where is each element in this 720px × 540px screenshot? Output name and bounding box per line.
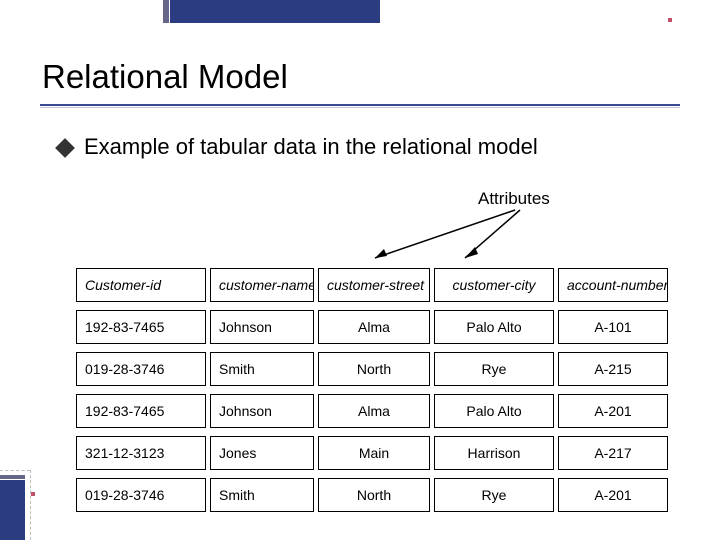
cell-customer-street: North	[318, 352, 430, 386]
cell-customer-street: Main	[318, 436, 430, 470]
cell-customer-city: Rye	[434, 478, 554, 512]
decor-leftband-edge	[0, 475, 25, 479]
title-underline-shadow	[40, 107, 680, 108]
cell-customer-name: Johnson	[210, 310, 314, 344]
attributes-arrows	[340, 208, 560, 268]
col-header-customer-id: Customer-id	[76, 268, 206, 302]
decor-dash	[30, 470, 31, 540]
bullet-text: Example of tabular data in the relationa…	[84, 134, 538, 160]
table-header-row: Customer-id customer-name customer-stree…	[76, 268, 668, 302]
table-row: 019-28-3746 Smith North Rye A-201	[76, 478, 668, 512]
slide: Relational Model Example of tabular data…	[0, 0, 720, 540]
relational-table: Customer-id customer-name customer-stree…	[72, 260, 662, 520]
decor-dash	[0, 470, 30, 471]
cell-customer-city: Rye	[434, 352, 554, 386]
cell-customer-street: North	[318, 478, 430, 512]
bullet-item: Example of tabular data in the relationa…	[58, 134, 538, 160]
cell-customer-id: 321-12-3123	[76, 436, 206, 470]
table-row: 192-83-7465 Johnson Alma Palo Alto A-101	[76, 310, 668, 344]
cell-customer-city: Palo Alto	[434, 310, 554, 344]
cell-customer-id: 192-83-7465	[76, 310, 206, 344]
cell-customer-city: Harrison	[434, 436, 554, 470]
decor-accent	[31, 492, 35, 496]
cell-customer-city: Palo Alto	[434, 394, 554, 428]
decor-topband-edge	[163, 0, 169, 23]
cell-account-number: A-217	[558, 436, 668, 470]
cell-account-number: A-201	[558, 478, 668, 512]
cell-account-number: A-201	[558, 394, 668, 428]
col-header-account-number: account-number	[558, 268, 668, 302]
col-header-customer-city: customer-city	[434, 268, 554, 302]
table-row: 192-83-7465 Johnson Alma Palo Alto A-201	[76, 394, 668, 428]
cell-customer-name: Jones	[210, 436, 314, 470]
cell-customer-id: 019-28-3746	[76, 478, 206, 512]
cell-customer-street: Alma	[318, 310, 430, 344]
table-row: 019-28-3746 Smith North Rye A-215	[76, 352, 668, 386]
cell-account-number: A-215	[558, 352, 668, 386]
cell-customer-street: Alma	[318, 394, 430, 428]
cell-account-number: A-101	[558, 310, 668, 344]
table-row: 321-12-3123 Jones Main Harrison A-217	[76, 436, 668, 470]
slide-title: Relational Model	[42, 58, 288, 96]
title-underline	[40, 104, 680, 106]
cell-customer-id: 019-28-3746	[76, 352, 206, 386]
decor-accent	[668, 18, 672, 22]
attributes-label: Attributes	[478, 189, 550, 209]
col-header-customer-name: customer-name	[210, 268, 314, 302]
decor-leftband	[0, 480, 25, 540]
decor-topband	[170, 0, 380, 23]
cell-customer-id: 192-83-7465	[76, 394, 206, 428]
col-header-customer-street: customer-street	[318, 268, 430, 302]
cell-customer-name: Johnson	[210, 394, 314, 428]
cell-customer-name: Smith	[210, 478, 314, 512]
bullet-icon	[55, 138, 75, 158]
cell-customer-name: Smith	[210, 352, 314, 386]
